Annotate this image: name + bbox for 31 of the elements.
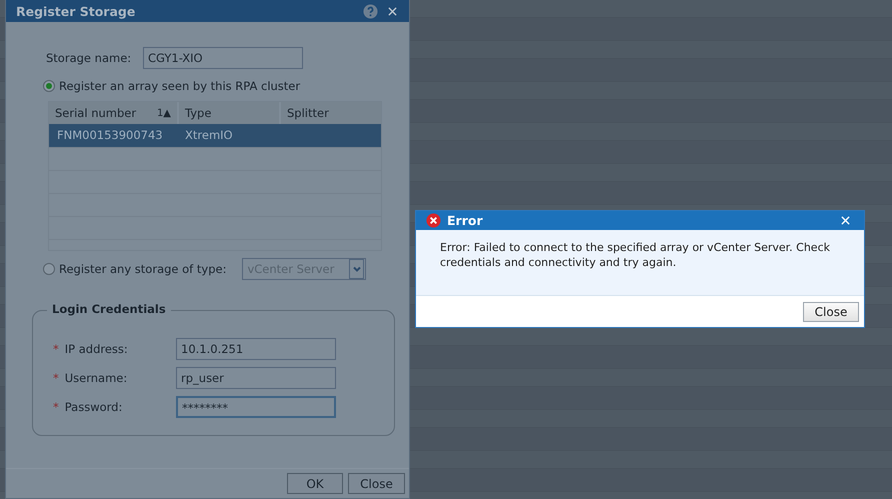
field-label: Username: bbox=[64, 371, 128, 385]
radio-label: Register an array seen by this RPA cluster bbox=[59, 79, 300, 93]
sort-indicator: 1▲ bbox=[156, 108, 171, 118]
required-mark: * bbox=[53, 400, 59, 414]
radio-button[interactable] bbox=[43, 80, 55, 92]
help-icon[interactable] bbox=[363, 4, 378, 18]
input-field[interactable]: CGY1-XIO bbox=[143, 47, 303, 69]
table-cell-text: XtremIO bbox=[184, 127, 234, 144]
close-icon[interactable] bbox=[388, 6, 397, 16]
error-icon bbox=[426, 213, 441, 228]
radio-label: Register any storage of type: bbox=[59, 262, 226, 276]
input-field[interactable]: 10.1.0.251 bbox=[176, 338, 336, 360]
dialog-button[interactable]: Close bbox=[348, 473, 405, 494]
error-message: Error: Failed to connect to the specified array or vCenter Server. Check credentials and connectivity and try again. bbox=[440, 240, 831, 270]
input-field[interactable]: ******** bbox=[176, 396, 336, 418]
group-title: Login Credentials bbox=[47, 302, 171, 316]
chevron-down-icon bbox=[349, 259, 364, 279]
field-label: IP address: bbox=[64, 342, 128, 356]
field-label: Storage name: bbox=[46, 51, 131, 65]
dialog-button[interactable]: OK bbox=[287, 473, 343, 494]
required-mark: * bbox=[53, 342, 59, 356]
column-header[interactable]: Splitter bbox=[281, 102, 381, 124]
table-row[interactable]: FNM00153900743 XtremIO bbox=[49, 124, 381, 148]
field-label: Password: bbox=[64, 400, 122, 414]
window-title: Register Storage bbox=[16, 4, 136, 18]
close-button[interactable]: Close bbox=[803, 302, 859, 322]
window-title: Error bbox=[447, 213, 483, 228]
input-field[interactable]: rp_user bbox=[176, 367, 336, 389]
radio-button[interactable] bbox=[43, 263, 55, 275]
table-cell-text: FNM00153900743 bbox=[56, 127, 164, 144]
required-mark: * bbox=[53, 371, 59, 385]
